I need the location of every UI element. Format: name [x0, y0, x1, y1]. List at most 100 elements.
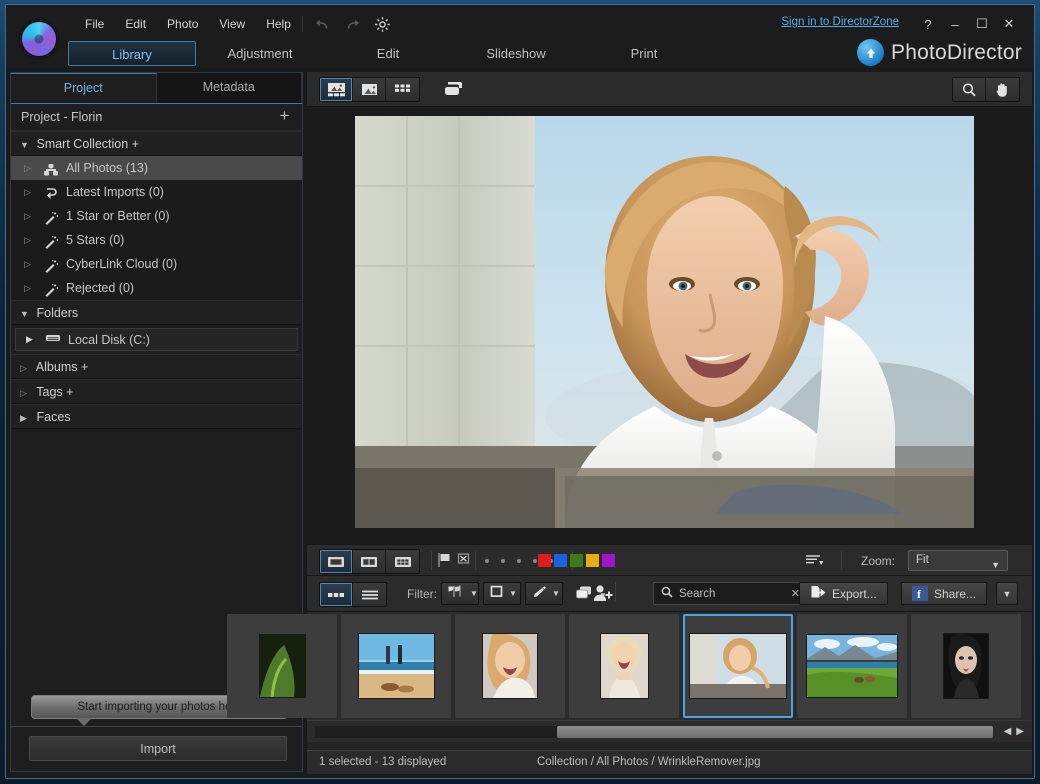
export-button[interactable]: Export...: [799, 582, 888, 605]
group-albums-label: Albums: [35, 360, 78, 374]
viewer-mode-grid[interactable]: [386, 78, 419, 101]
color-swatch-purple[interactable]: [602, 554, 615, 567]
tab-edit[interactable]: Edit: [324, 41, 452, 66]
color-swatch-green[interactable]: [570, 554, 583, 567]
tab-slideshow[interactable]: Slideshow: [452, 41, 580, 66]
tab-adjustment[interactable]: Adjustment: [196, 41, 324, 66]
tree-item-1-star-or-better[interactable]: ▷ 1 Star or Better (0): [11, 204, 302, 228]
color-filter-dropdown[interactable]: ▼: [525, 582, 563, 605]
filmstrip: [227, 612, 1032, 720]
share-dropdown-caret[interactable]: ▼: [996, 582, 1018, 605]
tab-print[interactable]: Print: [580, 41, 708, 66]
help-button[interactable]: ?: [915, 13, 941, 35]
group-smart-collection-label: Smart Collection: [36, 137, 129, 151]
layout-side-by-side[interactable]: [353, 550, 386, 573]
menu-item-file[interactable]: File: [76, 14, 113, 34]
close-button[interactable]: ✕: [996, 13, 1022, 35]
thumb-wrinkle-remover[interactable]: [683, 614, 793, 718]
color-swatch-red[interactable]: [538, 554, 551, 567]
minimize-button[interactable]: –: [942, 13, 968, 35]
hand-icon[interactable]: [986, 78, 1019, 101]
magic-wand-icon: [43, 281, 60, 297]
filmstrip-list-view[interactable]: [353, 583, 386, 606]
group-tags[interactable]: ▷ Tags +: [11, 379, 302, 404]
application-content: File Edit Photo View Help Sign in to Dir…: [5, 4, 1035, 779]
group-smart-collection[interactable]: ▼ Smart Collection +: [11, 131, 302, 156]
group-albums[interactable]: ▷ Albums +: [11, 354, 302, 379]
tree-item-all-photos[interactable]: ▷ All Photos (13): [11, 156, 302, 180]
smart-collection-add-icon[interactable]: +: [132, 137, 139, 151]
magnifier-icon[interactable]: [953, 78, 986, 101]
redo-icon[interactable]: [342, 15, 362, 33]
flags-filter-icon: [447, 585, 466, 603]
albums-add-icon[interactable]: +: [81, 360, 88, 374]
thumb-mountain-lake[interactable]: [797, 614, 907, 718]
search-input[interactable]: Search ✕: [653, 582, 808, 605]
project-add-icon[interactable]: +: [276, 107, 293, 125]
rating-dot[interactable]: [485, 559, 489, 563]
flag-pick-icon[interactable]: [437, 552, 452, 573]
thumb-beach-couple[interactable]: [341, 614, 451, 718]
tree-item-local-disk[interactable]: ▶ Local Disk (C:): [15, 328, 298, 351]
share-button[interactable]: f Share...: [901, 582, 988, 605]
filmstrip-thumbs-view[interactable]: [320, 583, 353, 606]
layout-single[interactable]: [320, 550, 353, 573]
signin-link[interactable]: Sign in to DirectorZone: [781, 16, 899, 28]
photo-viewer[interactable]: [307, 107, 1032, 544]
compare-icon[interactable]: [439, 77, 469, 100]
main-area: Zoom: Fit ▼ Filter: ▼ ▼ ▼ Search ✕ Expor…: [227, 72, 1032, 772]
sort-menu-icon[interactable]: [804, 553, 828, 573]
tab-metadata[interactable]: Metadata: [157, 73, 302, 103]
layout-grid[interactable]: [386, 550, 419, 573]
group-folders[interactable]: ▼ Folders: [11, 300, 302, 325]
scroll-left-icon[interactable]: ◀: [1004, 726, 1012, 737]
status-path: Collection / All Photos / WrinkleRemover…: [537, 756, 761, 768]
menu-item-edit[interactable]: Edit: [116, 14, 155, 34]
rating-dot[interactable]: [517, 559, 521, 563]
flag-reject-icon[interactable]: [456, 552, 471, 573]
tree-item-5-stars[interactable]: ▷ 5 Stars (0): [11, 228, 302, 252]
menu-item-help[interactable]: Help: [257, 14, 300, 34]
group-faces[interactable]: ▶ Faces: [11, 404, 302, 429]
strip-toolbar: Zoom: Fit ▼: [307, 544, 1032, 576]
thumbnail-image: [807, 635, 897, 697]
maximize-button[interactable]: ☐: [969, 13, 995, 35]
zoom-select[interactable]: Fit ▼: [908, 550, 1008, 571]
tab-project[interactable]: Project: [11, 73, 157, 103]
color-swatch-blue[interactable]: [554, 554, 567, 567]
title-bar: File Edit Photo View Help Sign in to Dir…: [6, 5, 1034, 68]
magic-wand-icon: [43, 209, 60, 225]
add-person-icon[interactable]: [592, 584, 614, 607]
tree-item-latest-imports[interactable]: ▷ Latest Imports (0): [11, 180, 302, 204]
scrollbar-thumb[interactable]: [557, 726, 993, 738]
tree-item-label: 5 Stars (0): [66, 233, 125, 247]
settings-gear-icon[interactable]: [372, 15, 392, 33]
quick-actions: [312, 15, 392, 33]
rating-filter-dropdown[interactable]: ▼: [483, 582, 521, 605]
thumbnail-image: [483, 634, 537, 698]
import-arrow-icon: [43, 185, 60, 200]
thumb-woman-smiling[interactable]: [455, 614, 565, 718]
rating-dot[interactable]: [501, 559, 505, 563]
rating-dot[interactable]: [533, 559, 537, 563]
viewer-mode-photo-filmstrip[interactable]: [320, 78, 353, 101]
thumb-blonde-laughing[interactable]: [569, 614, 679, 718]
menu-item-photo[interactable]: Photo: [158, 14, 207, 34]
scroll-right-icon[interactable]: ▶: [1016, 726, 1024, 737]
tree-item-cyberlink-cloud[interactable]: ▷ CyberLink Cloud (0): [11, 252, 302, 276]
thumb-dark-portrait[interactable]: [911, 614, 1021, 718]
color-swatch-yellow[interactable]: [586, 554, 599, 567]
tab-library[interactable]: Library: [68, 41, 196, 66]
tree-item-rejected[interactable]: ▷ Rejected (0): [11, 276, 302, 300]
viewer-mode-single-photo[interactable]: [353, 78, 386, 101]
undo-icon[interactable]: [312, 15, 332, 33]
tags-add-icon[interactable]: +: [66, 385, 73, 399]
import-button[interactable]: Import: [29, 736, 287, 761]
menu-item-view[interactable]: View: [210, 14, 254, 34]
thumb-forest[interactable]: [227, 614, 337, 718]
filmstrip-scrollbar[interactable]: ◀ ▶: [307, 720, 1032, 742]
flags-filter-dropdown[interactable]: ▼: [441, 582, 479, 605]
chevron-down-icon: ▼: [991, 560, 1000, 570]
scrollbar-track[interactable]: [315, 726, 993, 738]
viewer-mode-group: [319, 77, 420, 102]
